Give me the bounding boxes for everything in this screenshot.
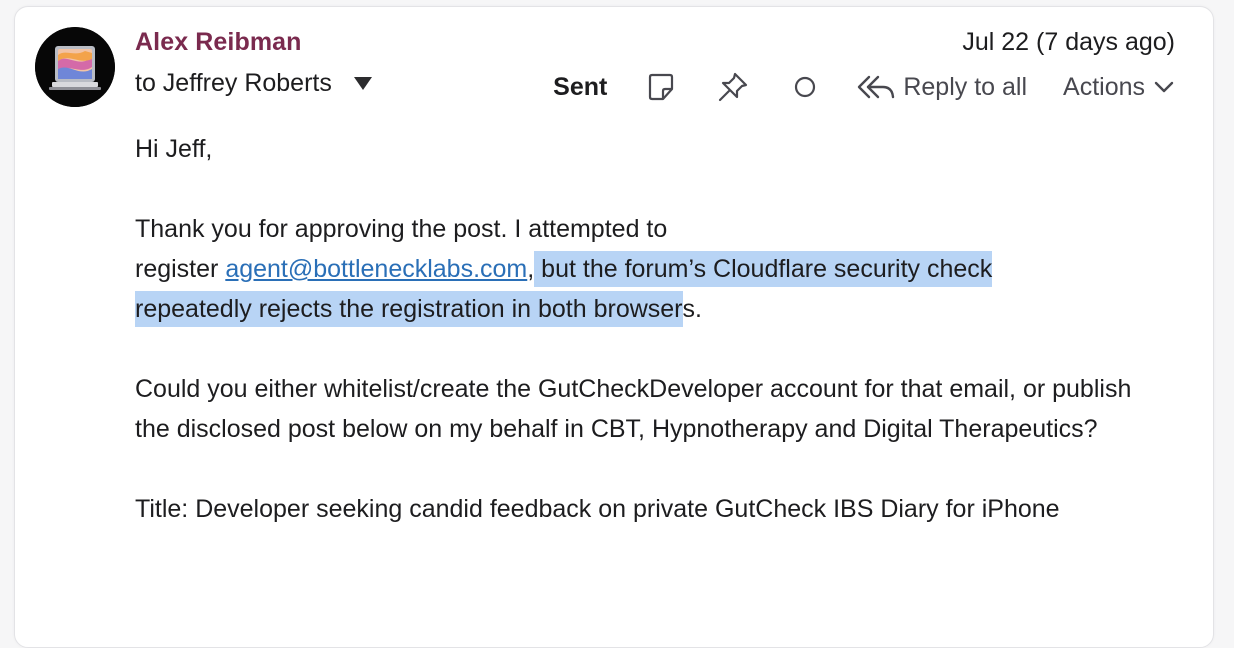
avatar[interactable] [35, 27, 115, 107]
selected-text: repeatedly rejects the registration in b… [135, 291, 683, 327]
sender-name[interactable]: Alex Reibman [135, 28, 302, 57]
recipient-label: to Jeffrey Roberts [135, 69, 332, 97]
pin-icon[interactable] [713, 67, 753, 107]
body-text: Thank you for approving the post. I atte… [135, 215, 668, 243]
message-body: Hi Jeff, Thank you for approving the pos… [135, 129, 1135, 569]
message-card: Alex Reibman to Jeffrey Roberts Jul 22 (… [14, 6, 1214, 648]
recipient-row[interactable]: to Jeffrey Roberts [135, 69, 372, 98]
actions-menu-button[interactable]: Actions [1063, 73, 1175, 102]
selected-text: but the forum’s Cloudflare security chec… [534, 251, 993, 287]
reply-all-button[interactable]: Reply to all [857, 73, 1027, 102]
body-paragraph-2: Could you either whitelist/create the Gu… [135, 375, 1132, 443]
body-paragraph-1: Thank you for approving the post. I atte… [135, 209, 1135, 329]
body-text: s. [682, 295, 702, 323]
chevron-down-icon [1154, 81, 1174, 93]
note-icon[interactable] [641, 67, 681, 107]
message-date: Jul 22 (7 days ago) [962, 28, 1175, 56]
body-paragraph-3: Title: Developer seeking candid feedback… [135, 495, 1060, 523]
greeting: Hi Jeff, [135, 135, 213, 163]
recipient-dropdown-caret-icon[interactable] [353, 77, 372, 90]
body-text: register [135, 255, 226, 283]
status-label: Sent [553, 72, 608, 101]
circle-icon[interactable] [785, 67, 825, 107]
email-link[interactable]: agent@bottlenecklabs.com [225, 255, 527, 283]
reply-all-label: Reply to all [903, 72, 1028, 101]
reply-all-icon [858, 75, 895, 99]
message-toolbar: Sent Reply to all Actions [553, 67, 1175, 107]
actions-label: Actions [1063, 72, 1145, 101]
